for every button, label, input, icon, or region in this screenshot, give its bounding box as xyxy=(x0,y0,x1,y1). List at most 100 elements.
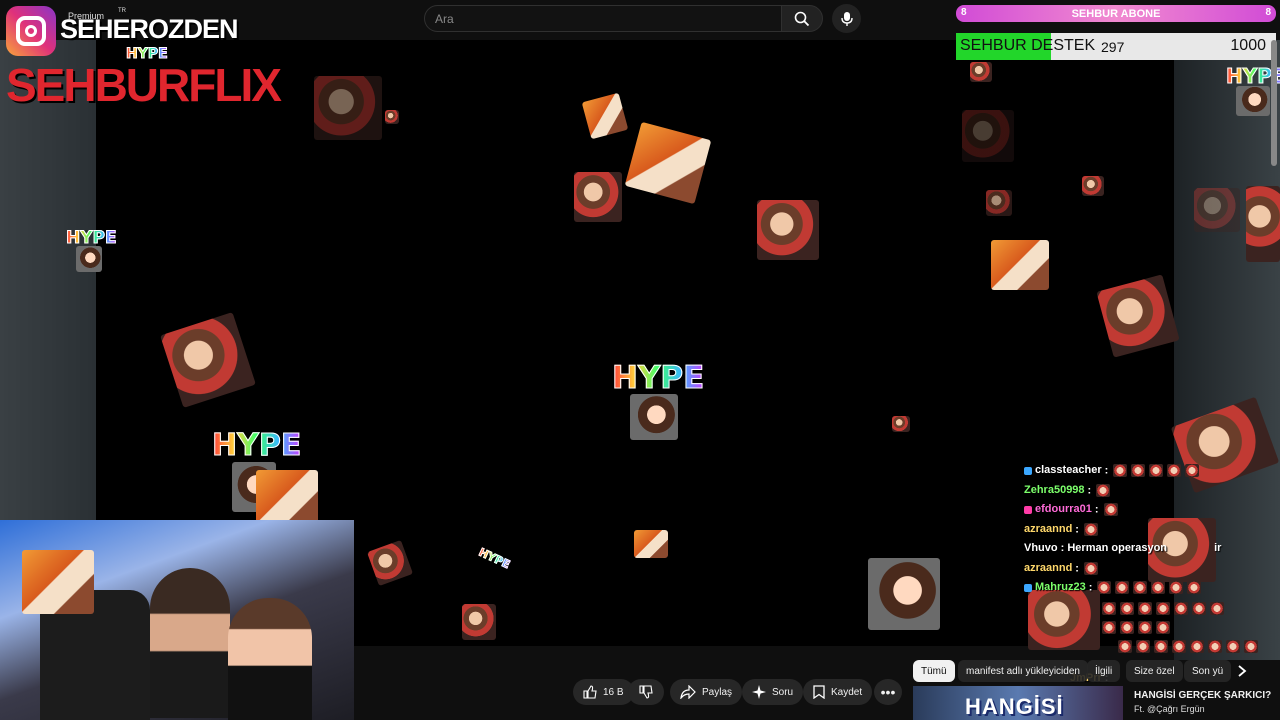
emote xyxy=(1118,640,1132,653)
chat-badge-icon xyxy=(1024,505,1032,514)
emote xyxy=(962,110,1014,162)
emote xyxy=(1096,484,1111,497)
emote xyxy=(1097,581,1112,594)
emote xyxy=(1208,640,1222,653)
page-scrollbar[interactable] xyxy=(1271,40,1277,166)
chat-user: azraannd xyxy=(1024,562,1073,575)
emote xyxy=(1190,640,1204,653)
emote xyxy=(1084,562,1099,575)
sparkle-icon xyxy=(752,685,766,699)
emote xyxy=(1246,186,1280,262)
hype-emote-text: HYPE xyxy=(126,46,169,63)
hype-emote-text: HYPE xyxy=(66,228,118,249)
voice-search-button[interactable] xyxy=(832,4,861,33)
dislike-button[interactable] xyxy=(628,679,664,705)
emote xyxy=(1172,640,1186,653)
emote xyxy=(1167,464,1182,477)
emote xyxy=(630,394,678,440)
emote xyxy=(1103,503,1118,516)
emote xyxy=(1156,602,1170,615)
chip-for-you[interactable]: Size özel xyxy=(1126,660,1183,682)
more-actions-button[interactable]: ••• xyxy=(874,679,902,705)
chat-emote-row xyxy=(1100,621,1172,634)
chat-user: Vhuvo xyxy=(1024,542,1058,554)
emote xyxy=(1113,464,1128,477)
chat-emote-row xyxy=(1100,602,1226,615)
recommendation-title[interactable]: HANGİSİ GERÇEK ŞARKICI? xyxy=(1134,690,1271,701)
chat-text: Herman operasyon xyxy=(1067,542,1168,554)
instagram-handle: SEHEROZDEN xyxy=(60,14,239,44)
emote xyxy=(1210,602,1224,615)
chat-message: efdourra01: xyxy=(1024,503,1120,516)
emote xyxy=(1169,581,1184,594)
emote xyxy=(76,246,102,272)
emote xyxy=(1154,640,1168,653)
more-icon: ••• xyxy=(880,684,896,700)
emote xyxy=(574,172,622,222)
chip-all[interactable]: Tümü xyxy=(913,660,955,682)
chat-emote-row xyxy=(1116,640,1260,653)
chat-user: efdourra01 xyxy=(1035,503,1092,516)
emote xyxy=(757,200,819,260)
chip-uploader[interactable]: manifest adlı yükleyiciden xyxy=(958,660,1088,682)
emote xyxy=(1102,621,1116,634)
chip-recent[interactable]: Son yü xyxy=(1184,660,1232,682)
emote xyxy=(1120,602,1134,615)
emote xyxy=(1028,590,1100,650)
share-label: Paylaş xyxy=(702,686,733,698)
search-input[interactable]: Ara xyxy=(435,12,454,26)
emote xyxy=(1102,602,1116,615)
emote xyxy=(1156,621,1170,634)
thumbnail-text: HANGİSİ xyxy=(965,694,1064,719)
chat-message: Vhuvo: Herman operasyon ir xyxy=(1024,542,1222,554)
sub-goal-right-level: 8 xyxy=(1265,7,1271,18)
chat-user: azraannd xyxy=(1024,523,1073,536)
emote xyxy=(1151,581,1166,594)
emote xyxy=(1194,188,1240,232)
chevron-right-icon[interactable] xyxy=(1236,664,1248,678)
chat-message: classteacher: xyxy=(1024,464,1201,477)
donation-goal-label: SEHBUR DESTEK xyxy=(960,37,1096,54)
sub-goal-label: SEHBUR ABONE xyxy=(1071,7,1161,20)
ask-button[interactable]: Soru xyxy=(742,679,804,705)
webcam-overlay xyxy=(0,520,354,720)
streamer xyxy=(150,568,230,718)
emote xyxy=(1136,640,1150,653)
emote xyxy=(1192,602,1206,615)
emote xyxy=(1185,464,1200,477)
chat-message: Zehra50998: xyxy=(1024,484,1112,497)
emote xyxy=(1082,176,1104,196)
emote xyxy=(991,240,1049,290)
recommendation-channel[interactable]: Ft. @Çağrı Ergün xyxy=(1134,704,1205,714)
chat-text-tail: ir xyxy=(1214,542,1222,554)
chat-user: classteacher xyxy=(1035,464,1102,477)
like-button[interactable]: 16 B xyxy=(573,679,634,705)
co-streamer xyxy=(228,598,312,720)
stream-page: Ara Premium TR SEHEROZDEN SEHBURFLIX 8 S… xyxy=(0,0,1280,720)
search-button[interactable] xyxy=(781,5,823,32)
recommendation-thumbnail[interactable]: HANGİSİ xyxy=(913,686,1123,720)
chip-related[interactable]: İlgili xyxy=(1087,660,1121,682)
search-icon xyxy=(794,11,810,26)
save-button[interactable]: Kaydet xyxy=(803,679,873,705)
hype-emote-text: HYPE xyxy=(611,360,705,397)
chat-badge-icon xyxy=(1024,583,1032,592)
emote xyxy=(1120,621,1134,634)
chat-user: Zehra50998 xyxy=(1024,484,1085,497)
emote xyxy=(970,62,992,82)
save-label: Kaydet xyxy=(831,686,863,698)
donation-goal-bar: SEHBUR DESTEK 297 1000 xyxy=(956,33,1276,60)
emote xyxy=(892,416,910,432)
save-icon xyxy=(813,685,825,699)
donation-goal-target: 1000 xyxy=(1230,37,1266,54)
emote xyxy=(986,190,1012,216)
share-button[interactable]: Paylaş xyxy=(670,679,743,705)
emote xyxy=(1138,602,1152,615)
emote xyxy=(1244,640,1258,653)
mic-icon xyxy=(840,11,853,26)
search-box[interactable]: Ara xyxy=(424,5,782,32)
emote xyxy=(1174,602,1188,615)
emote xyxy=(1138,621,1152,634)
emote xyxy=(1149,464,1164,477)
emote xyxy=(1131,464,1146,477)
